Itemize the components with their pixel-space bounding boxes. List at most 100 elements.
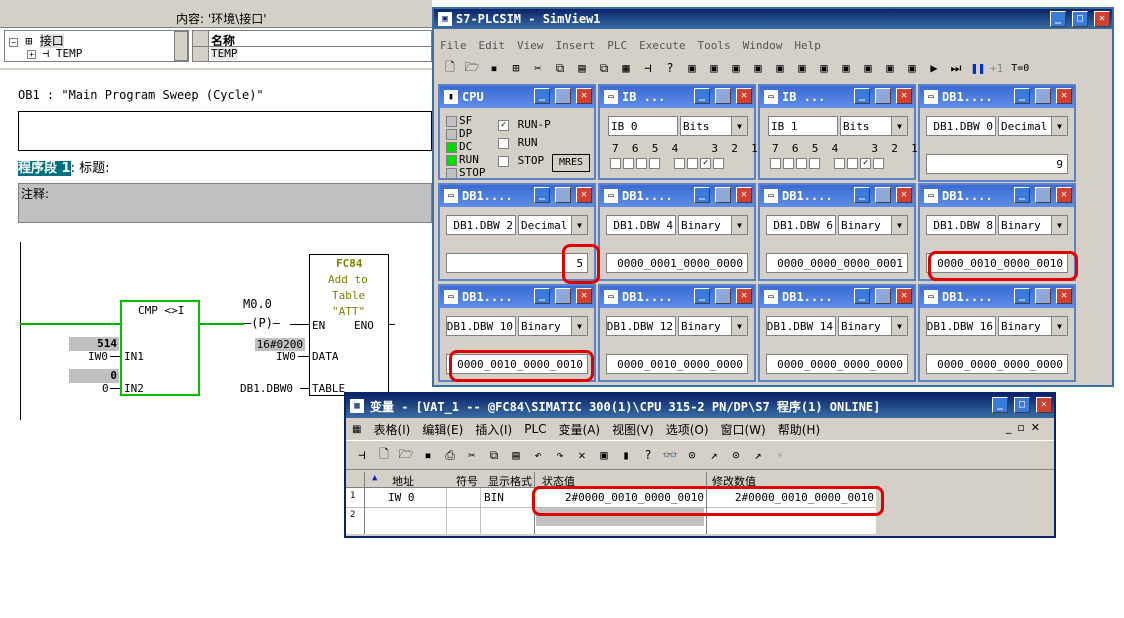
db12-value-field[interactable]: 0000_0010_0000_0000 bbox=[606, 354, 748, 374]
chevron-down-icon[interactable]: ▼ bbox=[891, 317, 907, 335]
chevron-down-icon[interactable]: ▼ bbox=[891, 117, 907, 135]
close-icon[interactable]: ✕ bbox=[1036, 397, 1052, 413]
in2-address[interactable]: 0 bbox=[102, 382, 109, 395]
help-icon[interactable]: ? bbox=[638, 445, 658, 465]
cmp-block[interactable]: CMP <>I IN1 IN2 bbox=[120, 300, 200, 396]
minimize-icon[interactable]: _ bbox=[854, 88, 870, 104]
paste-icon[interactable]: ▤ bbox=[572, 58, 592, 78]
online-icon[interactable]: ▣ bbox=[594, 445, 614, 465]
bit-checkbox[interactable] bbox=[623, 158, 634, 169]
tree-root-label[interactable]: 接口 bbox=[39, 34, 64, 48]
expand-icon[interactable]: + bbox=[27, 50, 36, 59]
chevron-down-icon[interactable]: ▼ bbox=[731, 117, 747, 135]
bit-checkbox[interactable] bbox=[649, 158, 660, 169]
step-label[interactable]: +1 bbox=[990, 62, 1003, 75]
menu-edit[interactable]: Edit bbox=[479, 39, 506, 52]
db12-format-select[interactable]: Binary ▼ bbox=[678, 316, 748, 336]
menu-options[interactable]: 选项(O) bbox=[666, 421, 709, 438]
cpu-icon[interactable]: ▮ bbox=[616, 445, 636, 465]
db4-value-field[interactable]: 0000_0001_0000_0000 bbox=[606, 253, 748, 273]
ib0-format-select[interactable]: Bits ▼ bbox=[680, 116, 748, 136]
db0-format-select[interactable]: Decimal ▼ bbox=[998, 116, 1068, 136]
chevron-down-icon[interactable]: ▼ bbox=[571, 216, 587, 234]
mres-button[interactable]: MRES bbox=[552, 154, 590, 172]
close-icon[interactable]: ✕ bbox=[896, 187, 912, 203]
ib1-titlebar[interactable]: ▭ IB ... _ ✕ bbox=[760, 86, 914, 108]
bit-checkbox[interactable] bbox=[873, 158, 885, 169]
bit-checkbox[interactable]: ✓ bbox=[700, 158, 712, 169]
edge-coil[interactable]: —(P)— bbox=[244, 316, 280, 330]
insert-accum-icon[interactable]: ▣ bbox=[858, 58, 878, 78]
db4-address-field[interactable]: DB1.DBW 4 bbox=[606, 215, 676, 235]
copy-icon[interactable]: ⧉ bbox=[550, 58, 570, 78]
minimize-icon[interactable]: _ bbox=[1050, 11, 1066, 27]
ib1-bit-checkboxes[interactable]: ✓ bbox=[770, 158, 886, 170]
pause-icon[interactable]: ❚❚ bbox=[968, 58, 988, 78]
menu-view[interactable]: 视图(V) bbox=[612, 421, 654, 438]
sort-icon[interactable]: ▲ bbox=[372, 473, 382, 485]
cut-icon[interactable]: ✂ bbox=[528, 58, 548, 78]
menu-edit[interactable]: 编辑(E) bbox=[422, 421, 463, 438]
network-comment-box[interactable]: 注释: bbox=[18, 183, 432, 223]
db6-format-select[interactable]: Binary ▼ bbox=[838, 215, 908, 235]
monitor-icon[interactable]: 👓 bbox=[660, 445, 680, 465]
mode-stop[interactable]: STOP bbox=[498, 152, 551, 170]
insert-counter-icon[interactable]: ▣ bbox=[770, 58, 790, 78]
minimize-icon[interactable]: _ bbox=[694, 288, 710, 304]
menu-execute[interactable]: Execute bbox=[639, 39, 685, 52]
mode-run[interactable]: RUN bbox=[498, 134, 551, 152]
chevron-down-icon[interactable]: ▼ bbox=[891, 216, 907, 234]
network-label[interactable]: 程序段 1 bbox=[18, 161, 71, 176]
in1-address[interactable]: IW0 bbox=[88, 350, 108, 363]
db2-address-field[interactable]: DB1.DBW 2 bbox=[446, 215, 516, 235]
db16-address-field[interactable]: DB1.DBW 16 bbox=[926, 316, 996, 336]
menu-view[interactable]: View bbox=[517, 39, 544, 52]
open-icon[interactable]: 🗁 bbox=[462, 58, 482, 78]
menu-plc[interactable]: PLC bbox=[524, 422, 546, 436]
ib1-address-field[interactable]: IB 1 bbox=[768, 116, 838, 136]
chevron-down-icon[interactable]: ▼ bbox=[1051, 117, 1067, 135]
db0-titlebar[interactable]: ▭ DB1.... _ ✕ bbox=[920, 86, 1074, 108]
mdi-controls[interactable]: _▫✕ bbox=[1006, 421, 1046, 434]
step-icon[interactable]: ⏭ bbox=[946, 58, 966, 78]
ib0-address-field[interactable]: IB 0 bbox=[608, 116, 678, 136]
pin-icon[interactable]: ⊣ bbox=[638, 58, 658, 78]
menu-help[interactable]: Help bbox=[794, 39, 821, 52]
menu-tools[interactable]: Tools bbox=[697, 39, 730, 52]
menu-variable[interactable]: 变量(A) bbox=[559, 421, 601, 438]
cascade-icon[interactable]: ⧉ bbox=[594, 58, 614, 78]
minimize-icon[interactable]: _ bbox=[1014, 288, 1030, 304]
close-icon[interactable]: ✕ bbox=[896, 288, 912, 304]
insert-stack-icon[interactable]: ▣ bbox=[836, 58, 856, 78]
menu-insert[interactable]: Insert bbox=[556, 39, 596, 52]
chevron-down-icon[interactable]: ▼ bbox=[1051, 317, 1067, 335]
new-icon[interactable]: 🗋 bbox=[440, 58, 460, 78]
bit-checkbox[interactable] bbox=[796, 158, 807, 169]
run-icon[interactable]: ▶ bbox=[924, 58, 944, 78]
db6-titlebar[interactable]: ▭ DB1.... _ ✕ bbox=[760, 185, 914, 207]
tree-scrollbar[interactable] bbox=[174, 31, 188, 61]
db0-value-field[interactable]: 9 bbox=[926, 154, 1068, 174]
db4-titlebar[interactable]: ▭ DB1.... _ ✕ bbox=[600, 185, 754, 207]
cpu-titlebar[interactable]: ▮ CPU _ ✕ bbox=[440, 86, 594, 108]
data-address[interactable]: IW0 bbox=[276, 350, 296, 363]
chevron-down-icon[interactable]: ▼ bbox=[731, 216, 747, 234]
db14-value-field[interactable]: 0000_0000_0000_0000 bbox=[766, 354, 908, 374]
close-icon[interactable]: ✕ bbox=[1056, 187, 1072, 203]
db6-address-field[interactable]: DB1.DBW 6 bbox=[766, 215, 836, 235]
menu-table[interactable]: 表格(I) bbox=[373, 421, 410, 438]
monitor-variable-icon[interactable]: ⊙ bbox=[682, 445, 702, 465]
db2-format-select[interactable]: Decimal ▼ bbox=[518, 215, 588, 235]
insert-input-icon[interactable]: ▣ bbox=[682, 58, 702, 78]
tile-icon[interactable]: ▦ bbox=[616, 58, 636, 78]
bit-checkbox[interactable] bbox=[687, 158, 699, 169]
chevron-down-icon[interactable]: ▼ bbox=[731, 317, 747, 335]
menu-window[interactable]: Window bbox=[743, 39, 783, 52]
ib0-bit-checkboxes[interactable]: ✓ bbox=[610, 158, 726, 170]
ib1-format-select[interactable]: Bits ▼ bbox=[840, 116, 908, 136]
row-format[interactable]: BIN bbox=[484, 491, 504, 504]
db12-address-field[interactable]: DB1.DBW 12 bbox=[606, 316, 676, 336]
trigger-modify-icon[interactable]: ↗ bbox=[748, 445, 768, 465]
db8-format-select[interactable]: Binary ▼ bbox=[998, 215, 1068, 235]
mode-run-check[interactable] bbox=[498, 137, 509, 149]
